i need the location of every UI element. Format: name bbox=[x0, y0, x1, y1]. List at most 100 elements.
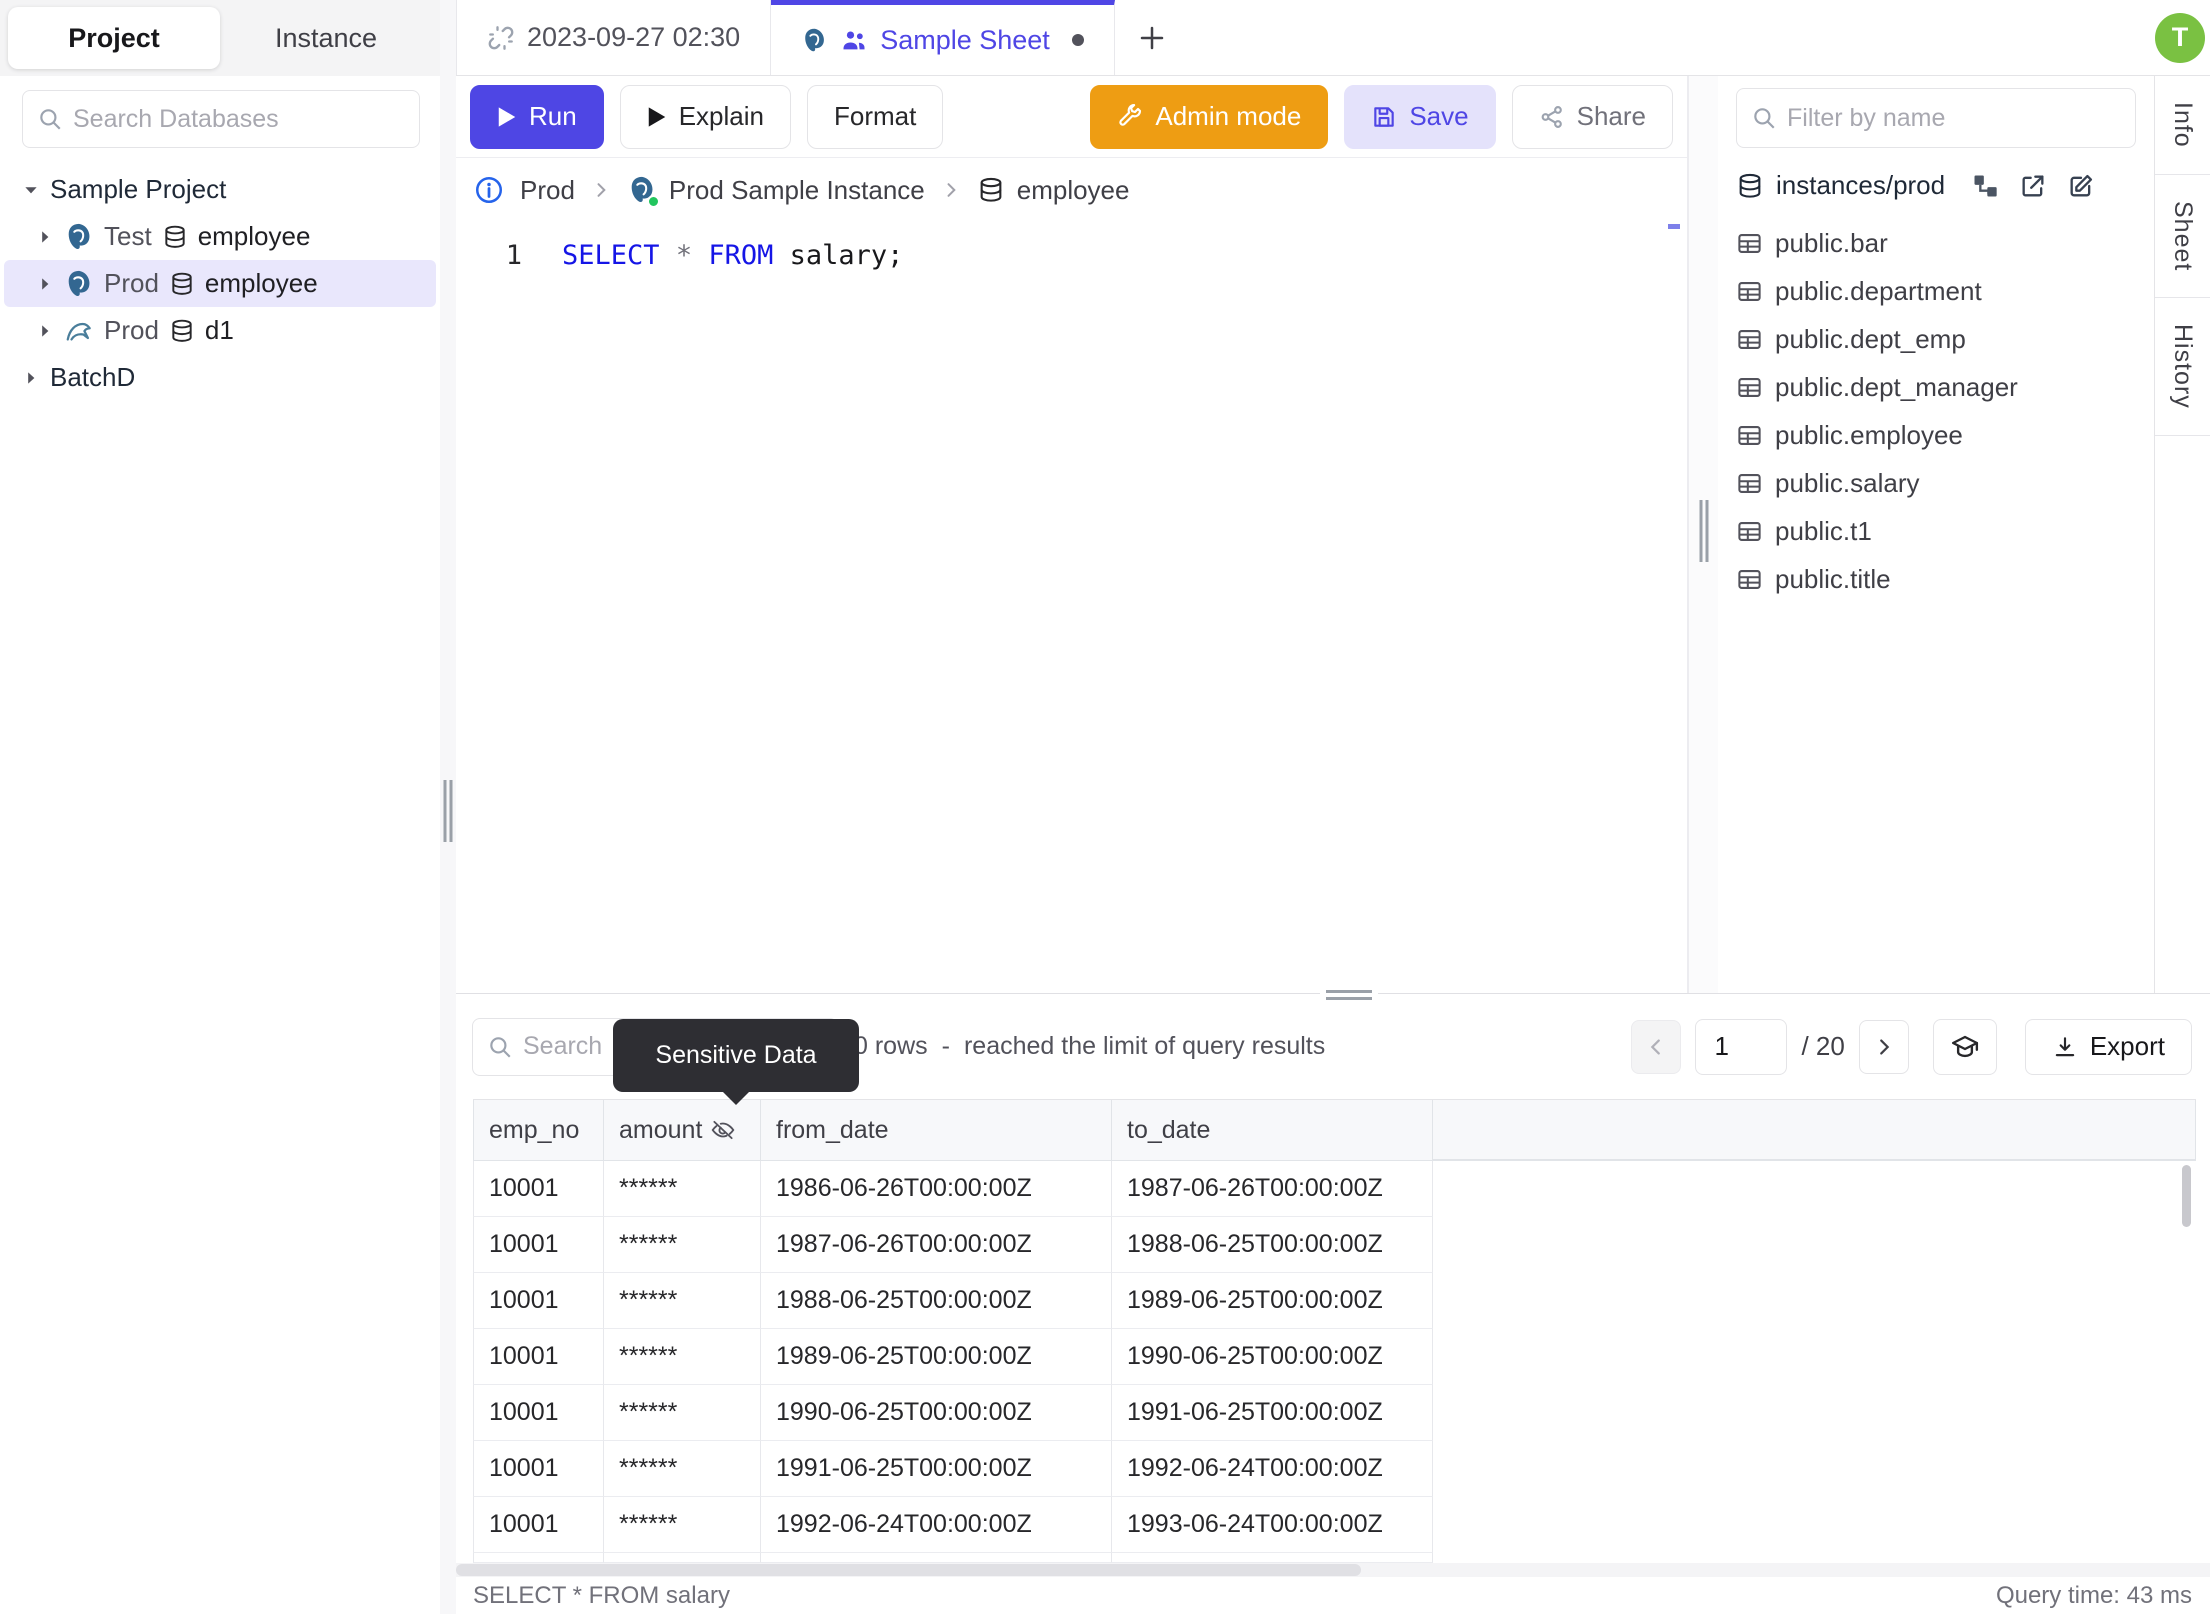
table-row[interactable]: 10001 ****** 1988-06-25T00:00:00Z 1989-0… bbox=[473, 1273, 2196, 1329]
sql-editor[interactable]: 1 SELECT * FROM salary; bbox=[456, 222, 1687, 993]
breadcrumb: Prod Prod Sample Instance employee bbox=[456, 158, 1687, 222]
environment-label: Test bbox=[104, 221, 152, 251]
page-number-input[interactable] bbox=[1695, 1018, 1788, 1075]
cell-to-date[interactable]: 1987-06-26T00:00:00Z bbox=[1112, 1161, 1433, 1217]
table-row[interactable]: 10001 ****** 1986-06-26T00:00:00Z 1987-0… bbox=[473, 1161, 2196, 1217]
schema-diagram-icon[interactable] bbox=[1971, 172, 1999, 200]
cell-emp-no[interactable]: 10001 bbox=[473, 1273, 604, 1329]
admin-mode-button[interactable]: Admin mode bbox=[1090, 84, 1329, 149]
cell-to-date[interactable]: 1990-06-25T00:00:00Z bbox=[1112, 1329, 1433, 1385]
tree-item-sample-project[interactable]: Sample Project bbox=[0, 166, 440, 213]
cell-from-date[interactable]: 1988-06-25T00:00:00Z bbox=[761, 1273, 1112, 1329]
tree-item-batchd[interactable]: BatchD bbox=[0, 354, 440, 401]
sheet-tab-sample-sheet[interactable]: Sample Sheet bbox=[771, 0, 1115, 75]
edit-icon[interactable] bbox=[2067, 172, 2095, 200]
table-list-item[interactable]: public.dept_emp bbox=[1736, 315, 2136, 363]
table-list-item[interactable]: public.employee bbox=[1736, 411, 2136, 459]
cell-from-date[interactable]: 1987-06-26T00:00:00Z bbox=[761, 1217, 1112, 1273]
breadcrumb-instance[interactable]: Prod Sample Instance bbox=[627, 175, 925, 208]
tab-sheet[interactable]: Sheet bbox=[2155, 175, 2210, 299]
cell-to-date[interactable]: 1989-06-25T00:00:00Z bbox=[1112, 1273, 1433, 1329]
tab-instance[interactable]: Instance bbox=[220, 7, 432, 69]
sheet-tab-label: 2023-09-27 02:30 bbox=[527, 22, 741, 52]
table-list-item[interactable]: public.t1 bbox=[1736, 507, 2136, 555]
masking-mode-button[interactable] bbox=[1932, 1018, 1997, 1075]
prev-page-button[interactable] bbox=[1631, 1019, 1682, 1074]
cell-to-date[interactable]: 1988-06-25T00:00:00Z bbox=[1112, 1217, 1433, 1273]
tab-info[interactable]: Info bbox=[2155, 76, 2210, 175]
table-row[interactable]: 10001 ****** 1989-06-25T00:00:00Z 1990-0… bbox=[473, 1329, 2196, 1385]
table-row[interactable]: 10001 ****** 1991-06-25T00:00:00Z 1992-0… bbox=[473, 1441, 2196, 1497]
table-list-item[interactable]: public.bar bbox=[1736, 219, 2136, 267]
tree-item-prod-employee[interactable]: Prod employee bbox=[4, 260, 436, 307]
results-resize-handle[interactable] bbox=[1320, 983, 1378, 1007]
horizontal-scrollbar[interactable] bbox=[456, 1563, 2210, 1577]
scrollbar-thumb[interactable] bbox=[456, 1564, 1361, 1576]
table-list-item[interactable]: public.title bbox=[1736, 555, 2136, 603]
caret-right-icon[interactable] bbox=[36, 228, 54, 246]
caret-right-icon[interactable] bbox=[22, 369, 40, 387]
breadcrumb-database[interactable]: employee bbox=[977, 175, 1129, 206]
table-list-item[interactable]: public.dept_manager bbox=[1736, 363, 2136, 411]
vertical-scrollbar[interactable] bbox=[2182, 1165, 2191, 1227]
cell-amount-masked[interactable]: ****** bbox=[604, 1161, 761, 1217]
table-icon bbox=[1736, 518, 1763, 545]
tree-item-prod-d1[interactable]: Prod d1 bbox=[0, 307, 440, 354]
column-header[interactable]: emp_no bbox=[473, 1100, 604, 1160]
caret-down-icon[interactable] bbox=[22, 181, 40, 199]
cell-amount-masked[interactable]: ****** bbox=[604, 1329, 761, 1385]
table-filter-input[interactable] bbox=[1787, 103, 2121, 133]
external-link-icon[interactable] bbox=[2019, 172, 2047, 200]
caret-right-icon[interactable] bbox=[36, 275, 54, 293]
cell-to-date[interactable]: 1991-06-25T00:00:00Z bbox=[1112, 1385, 1433, 1441]
column-header[interactable]: from_date bbox=[761, 1100, 1112, 1160]
database-search bbox=[22, 90, 420, 148]
cell-amount-masked[interactable]: ****** bbox=[604, 1441, 761, 1497]
table-row[interactable]: 10001 ****** 1992-06-24T00:00:00Z 1993-0… bbox=[473, 1497, 2196, 1553]
table-list-item[interactable]: public.department bbox=[1736, 267, 2136, 315]
column-header[interactable]: to_date bbox=[1112, 1100, 1433, 1160]
cell-amount-masked[interactable]: ****** bbox=[604, 1273, 761, 1329]
info-icon[interactable] bbox=[474, 175, 504, 205]
cell-from-date[interactable]: 1989-06-25T00:00:00Z bbox=[761, 1329, 1112, 1385]
explain-button[interactable]: Explain bbox=[619, 84, 791, 149]
tab-history[interactable]: History bbox=[2155, 298, 2210, 436]
tree-item-test-employee[interactable]: Test employee bbox=[0, 213, 440, 260]
sidebar: Project Instance Sample Project bbox=[0, 0, 440, 1614]
eye-off-icon[interactable] bbox=[710, 1117, 736, 1143]
table-list-item[interactable]: public.salary bbox=[1736, 459, 2136, 507]
cell-from-date[interactable]: 1986-06-26T00:00:00Z bbox=[761, 1161, 1112, 1217]
sidebar-resize-handle[interactable] bbox=[440, 0, 456, 1614]
format-button[interactable]: Format bbox=[806, 84, 944, 149]
cell-emp-no[interactable]: 10001 bbox=[473, 1385, 604, 1441]
next-page-button[interactable] bbox=[1858, 1019, 1909, 1074]
cell-amount-masked[interactable]: ****** bbox=[604, 1497, 761, 1553]
cell-from-date[interactable]: 1992-06-24T00:00:00Z bbox=[761, 1497, 1112, 1553]
panel-resize-handle[interactable] bbox=[1688, 76, 1718, 993]
save-button[interactable]: Save bbox=[1344, 84, 1496, 149]
share-button[interactable]: Share bbox=[1511, 84, 1673, 149]
cell-emp-no[interactable]: 10001 bbox=[473, 1497, 604, 1553]
cell-emp-no[interactable]: 10001 bbox=[473, 1161, 604, 1217]
caret-right-icon[interactable] bbox=[36, 322, 54, 340]
cell-emp-no[interactable]: 10001 bbox=[473, 1217, 604, 1273]
editor-column: Run Explain Format Admin mode Save Share… bbox=[456, 76, 1688, 993]
table-row[interactable]: 10001 ****** 1987-06-26T00:00:00Z 1988-0… bbox=[473, 1217, 2196, 1273]
cell-from-date[interactable]: 1990-06-25T00:00:00Z bbox=[761, 1385, 1112, 1441]
cell-emp-no[interactable]: 10001 bbox=[473, 1441, 604, 1497]
cell-amount-masked[interactable]: ****** bbox=[604, 1217, 761, 1273]
tab-project[interactable]: Project bbox=[8, 7, 220, 69]
export-button[interactable]: Export bbox=[2024, 1018, 2192, 1075]
cell-to-date[interactable]: 1992-06-24T00:00:00Z bbox=[1112, 1441, 1433, 1497]
add-sheet-button[interactable] bbox=[1115, 0, 1189, 75]
sheet-tab-unsaved[interactable]: 2023-09-27 02:30 bbox=[456, 0, 772, 75]
cell-to-date[interactable]: 1993-06-24T00:00:00Z bbox=[1112, 1497, 1433, 1553]
breadcrumb-environment[interactable]: Prod bbox=[520, 175, 575, 206]
run-button[interactable]: Run bbox=[470, 84, 604, 149]
avatar[interactable]: T bbox=[2155, 12, 2205, 63]
table-row[interactable]: 10001 ****** 1990-06-25T00:00:00Z 1991-0… bbox=[473, 1385, 2196, 1441]
cell-from-date[interactable]: 1991-06-25T00:00:00Z bbox=[761, 1441, 1112, 1497]
cell-amount-masked[interactable]: ****** bbox=[604, 1385, 761, 1441]
cell-emp-no[interactable]: 10001 bbox=[473, 1329, 604, 1385]
database-search-input[interactable] bbox=[73, 104, 405, 134]
